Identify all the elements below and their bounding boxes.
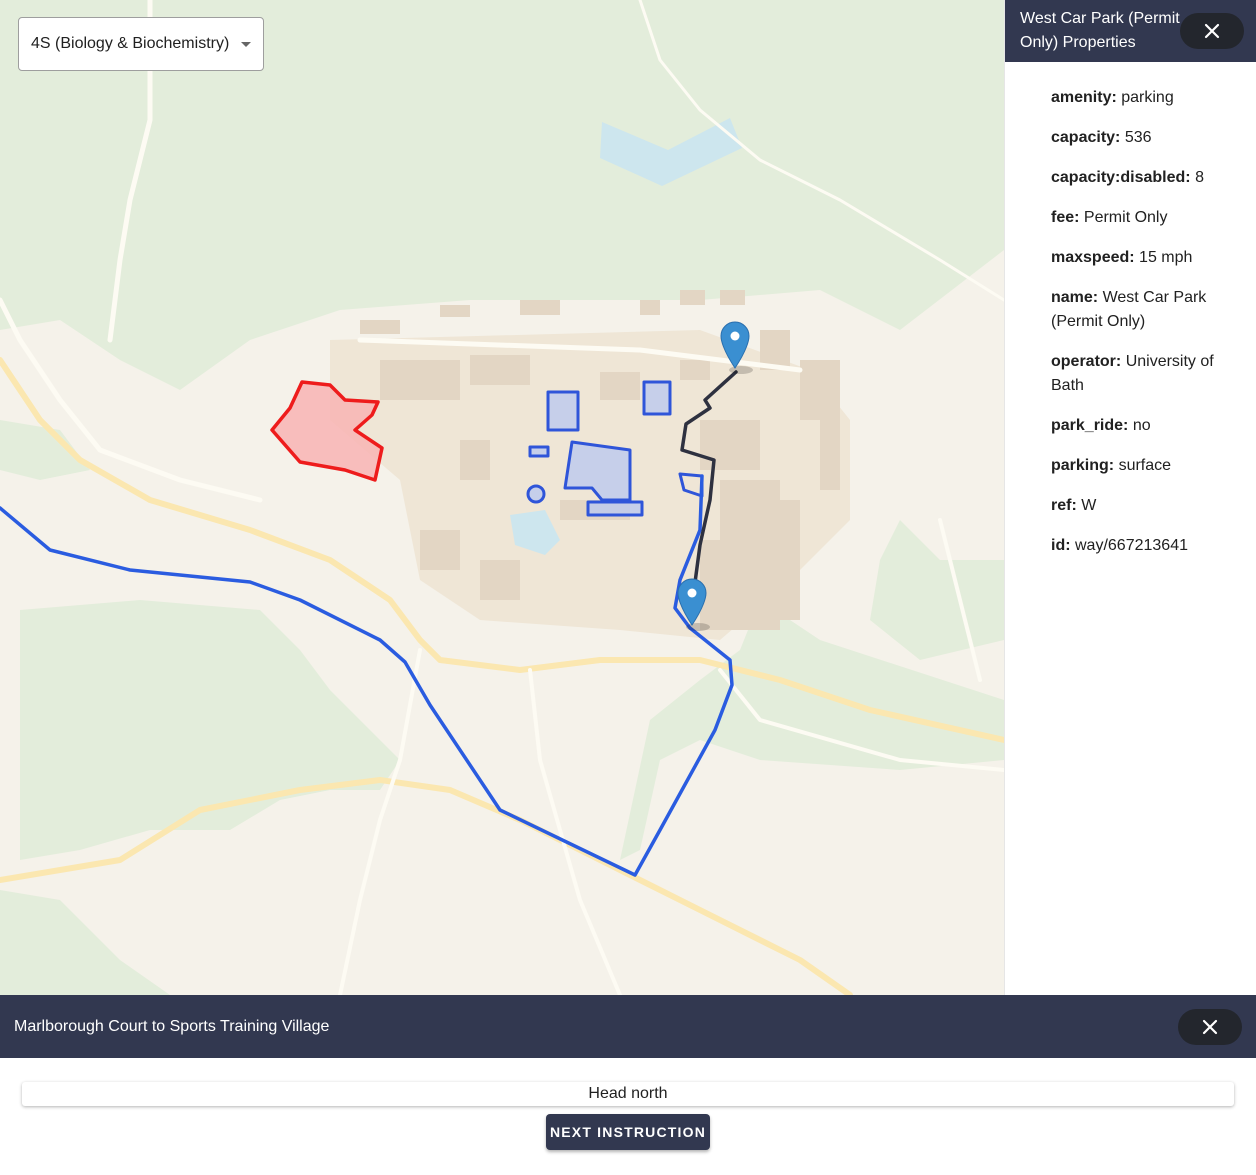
- property-key: park_ride:: [1051, 417, 1129, 434]
- close-properties-button[interactable]: [1180, 13, 1244, 49]
- property-row: fee: Permit Only: [1051, 206, 1236, 230]
- properties-panel-title: West Car Park (Permit Only) Properties: [1020, 10, 1180, 51]
- property-key: operator:: [1051, 353, 1122, 370]
- property-row: name: West Car Park (Permit Only): [1051, 286, 1236, 334]
- property-value: 536: [1124, 129, 1152, 146]
- close-directions-button[interactable]: [1178, 1008, 1242, 1045]
- property-key: ref:: [1051, 497, 1077, 514]
- property-key: fee:: [1051, 209, 1080, 226]
- property-value: no: [1132, 417, 1151, 434]
- properties-panel-header: West Car Park (Permit Only) Properties: [1005, 0, 1256, 62]
- next-instruction-button[interactable]: Next Instruction: [546, 1114, 710, 1150]
- property-row: capacity:disabled: 8: [1051, 166, 1236, 190]
- current-instruction: Head north: [22, 1082, 1234, 1106]
- property-value: surface: [1118, 457, 1172, 474]
- property-row: ref: W: [1051, 494, 1236, 518]
- property-key: capacity:disabled:: [1051, 169, 1191, 186]
- directions-title: Marlborough Court to Sports Training Vil…: [14, 1017, 330, 1035]
- property-row: capacity: 536: [1051, 126, 1236, 150]
- property-row: id: way/667213641: [1051, 534, 1236, 558]
- property-key: name:: [1051, 289, 1099, 306]
- property-key: amenity:: [1051, 89, 1117, 106]
- properties-list: amenity: parking capacity: 536 capacity:…: [1005, 62, 1256, 558]
- properties-panel: West Car Park (Permit Only) Properties a…: [1004, 0, 1256, 995]
- property-value: way/667213641: [1075, 537, 1188, 554]
- close-icon: [1202, 1019, 1218, 1034]
- property-key: maxspeed:: [1051, 249, 1135, 266]
- property-value: W: [1081, 497, 1097, 514]
- property-key: parking:: [1051, 457, 1115, 474]
- building-select-value: 4S (Biology & Biochemistry): [31, 35, 230, 52]
- map-view[interactable]: 4S (Biology & Biochemistry): [0, 0, 1004, 995]
- directions-header: Marlborough Court to Sports Training Vil…: [0, 995, 1256, 1058]
- close-icon: [1204, 23, 1220, 39]
- map-canvas[interactable]: [0, 0, 1004, 995]
- property-value: 15 mph: [1139, 249, 1193, 266]
- property-row: park_ride: no: [1051, 414, 1236, 438]
- property-value: Permit Only: [1083, 209, 1168, 226]
- property-row: operator: University of Bath: [1051, 350, 1236, 398]
- building-select[interactable]: 4S (Biology & Biochemistry): [18, 17, 264, 71]
- property-row: amenity: parking: [1051, 86, 1236, 110]
- dropdown-caret-icon: [241, 41, 251, 47]
- property-row: maxspeed: 15 mph: [1051, 246, 1236, 270]
- property-value: parking: [1121, 89, 1174, 106]
- property-row: parking: surface: [1051, 454, 1236, 478]
- property-key: capacity:: [1051, 129, 1121, 146]
- property-key: id:: [1051, 537, 1071, 554]
- property-value: 8: [1195, 169, 1204, 186]
